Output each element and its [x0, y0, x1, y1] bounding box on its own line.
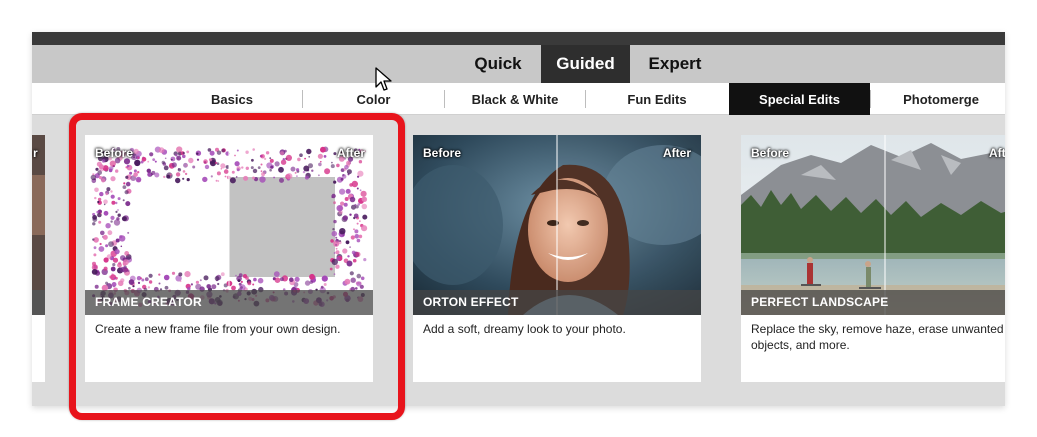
- after-label: Aft: [989, 146, 1005, 160]
- card-title: PERFECT LANDSCAPE: [751, 295, 889, 309]
- card-title: FRAME CREATOR: [95, 295, 202, 309]
- frame-creator-thumbnail: Before After FRAME CREATOR: [85, 135, 373, 315]
- before-label: Before: [751, 146, 790, 160]
- mouse-pointer-icon: [375, 67, 392, 91]
- title-bar: [32, 32, 1005, 45]
- mode-tab-quick[interactable]: Quick: [457, 45, 539, 83]
- after-label: r: [33, 146, 38, 160]
- mode-tab-guided[interactable]: Guided: [541, 45, 630, 83]
- card-frame-creator[interactable]: Before After FRAME CREATOR Create a new …: [85, 135, 373, 382]
- partial-card-left[interactable]: r: [32, 135, 45, 382]
- partial-card-thumbnail: [32, 135, 45, 315]
- card-description: Replace the sky, remove haze, erase unwa…: [751, 322, 1004, 352]
- caption-strip: FRAME CREATOR: [85, 290, 373, 315]
- before-label: Before: [95, 146, 134, 160]
- sub-tab-color[interactable]: Color: [303, 83, 444, 115]
- mode-tab-expert[interactable]: Expert: [632, 45, 718, 83]
- caption-strip: PERFECT LANDSCAPE: [741, 290, 1005, 315]
- perfect-landscape-thumbnail: Before Aft PERFECT LANDSCAPE: [741, 135, 1005, 315]
- after-label: After: [662, 146, 691, 160]
- caption-strip: ORTON EFFECT: [413, 290, 701, 315]
- sub-tab-photomerge[interactable]: Photomerge: [871, 83, 1005, 115]
- guided-edit-window: Quick Guided Expert Basics Color Black &…: [32, 32, 1005, 406]
- card-perfect-landscape[interactable]: Before Aft PERFECT LANDSCAPE Replace the…: [741, 135, 1005, 382]
- sub-tab-black-white[interactable]: Black & White: [445, 83, 585, 115]
- mode-switcher: Quick Guided Expert: [32, 45, 1005, 83]
- after-label: After: [336, 146, 365, 160]
- sub-tab-special-edits[interactable]: Special Edits: [729, 83, 870, 115]
- sub-tab-basics[interactable]: Basics: [162, 83, 302, 115]
- before-label: Before: [423, 146, 462, 160]
- sub-tab-fun-edits[interactable]: Fun Edits: [586, 83, 728, 115]
- card-orton-effect[interactable]: Before After ORTON EFFECT Add a soft, dr…: [413, 135, 701, 382]
- card-title: ORTON EFFECT: [423, 295, 519, 309]
- card-description: Add a soft, dreamy look to your photo.: [423, 322, 626, 336]
- card-description: Create a new frame file from your own de…: [95, 322, 341, 336]
- guided-category-tabs: Basics Color Black & White Fun Edits Spe…: [32, 83, 1005, 115]
- orton-effect-thumbnail: Before After ORTON EFFECT: [413, 135, 701, 315]
